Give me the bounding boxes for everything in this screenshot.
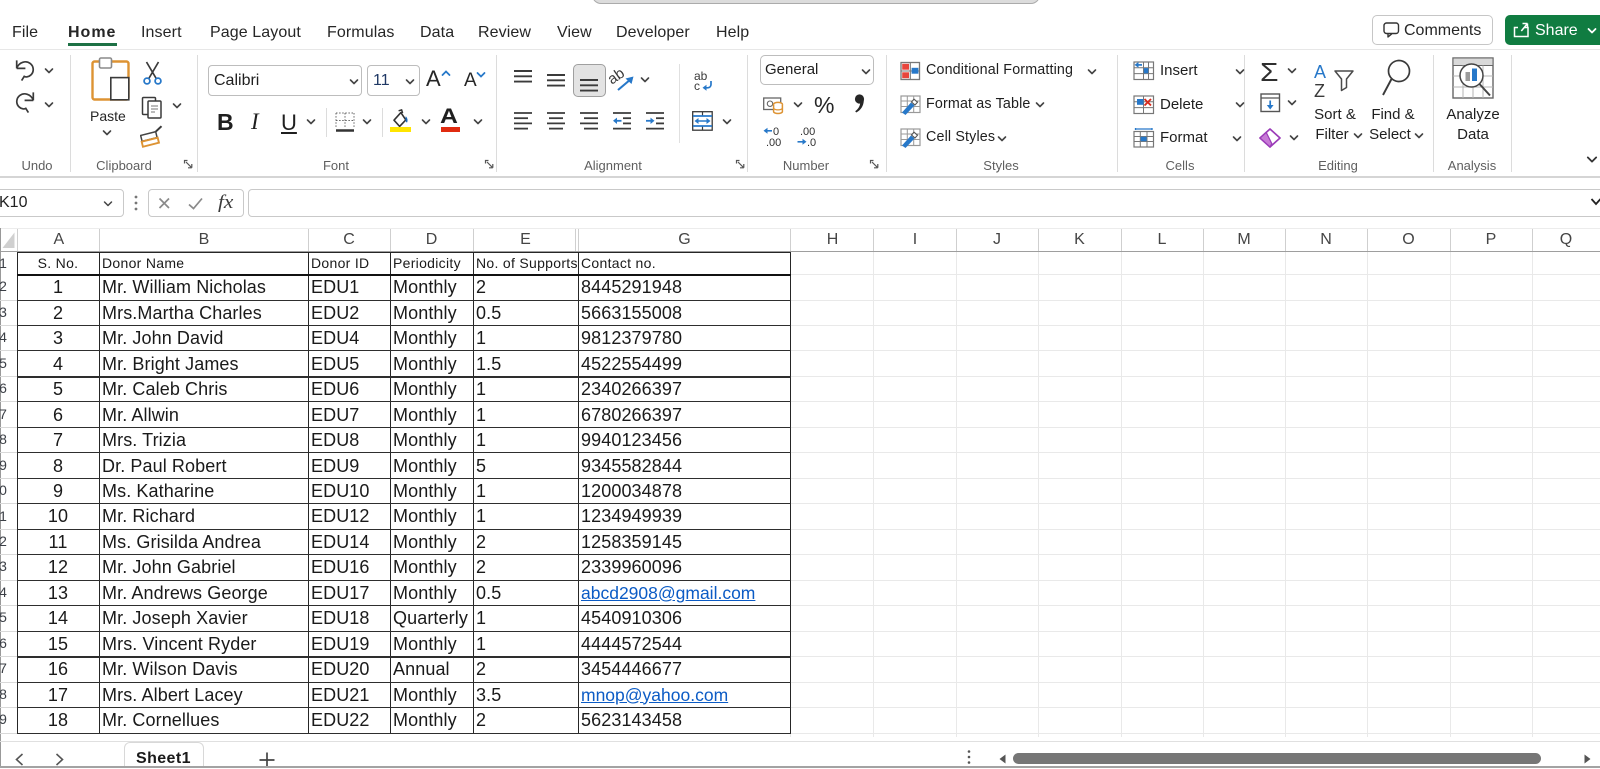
svg-text:.00: .00	[766, 137, 781, 148]
svg-text:c: c	[694, 79, 700, 92]
svg-text:Z: Z	[1314, 81, 1325, 101]
svg-text:.0: .0	[807, 137, 816, 148]
svg-text:A: A	[1314, 62, 1326, 82]
